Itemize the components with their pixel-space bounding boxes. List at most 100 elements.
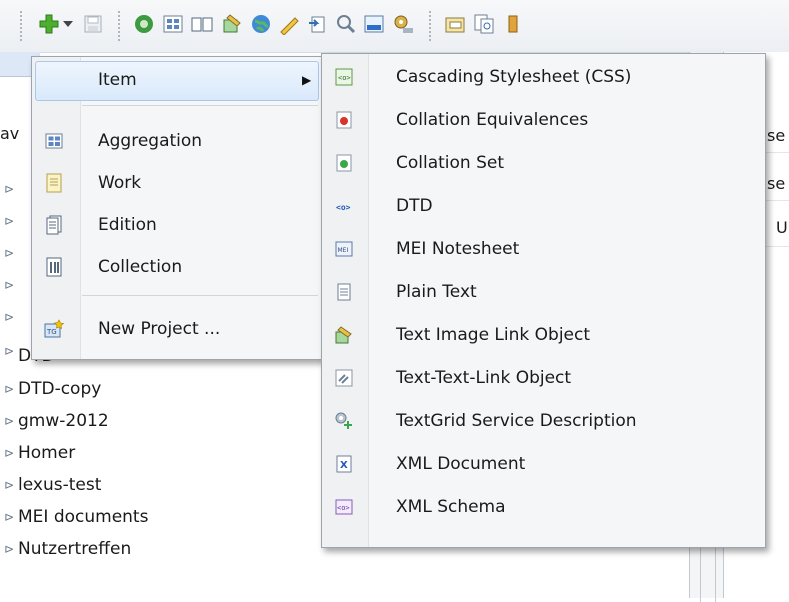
tree-item-label: gmw-2012	[18, 411, 109, 431]
menu-item-label: Collection	[98, 257, 183, 277]
menu-item-aggregation[interactable]: Aggregation	[34, 121, 320, 161]
svg-text:MEI: MEI	[338, 247, 349, 254]
submenu-item-service-description[interactable]: TextGrid Service Description	[324, 401, 764, 441]
text-image-link-icon	[334, 325, 354, 345]
mei-icon: MEI	[334, 239, 354, 259]
tree-twisty-icon[interactable]: ⊳	[0, 182, 18, 196]
main-toolbar	[0, 0, 789, 53]
import-icon[interactable]	[305, 11, 331, 37]
menu-item-label: Work	[98, 173, 142, 193]
css-icon: <o>	[334, 67, 354, 87]
submenu-item-dtd[interactable]: <o> DTD	[324, 186, 764, 226]
menu-item-label: Collation Set	[396, 153, 505, 173]
tree-item[interactable]: ⊳ DTD-copy	[0, 373, 320, 405]
menu-item-label: Plain Text	[396, 282, 477, 302]
menu-item-label: MEI Notesheet	[396, 239, 520, 259]
new-context-menu: Item ▶ Aggregation Work Edition Collecti…	[31, 56, 323, 360]
tree-item[interactable]: ⊳ gmw-2012	[0, 405, 320, 437]
menu-item-label: Item	[98, 70, 137, 90]
xml-icon[interactable]	[361, 11, 387, 37]
tree-twisty-icon[interactable]: ⊳	[0, 478, 18, 492]
tree-twisty-icon[interactable]: ⊳	[0, 510, 18, 524]
menu-item-work[interactable]: Work	[34, 163, 320, 203]
tree-twisty-icon[interactable]: ⊳	[0, 446, 18, 460]
link-object-icon[interactable]	[219, 11, 245, 37]
tree-item[interactable]: ⊳ Homer	[0, 437, 320, 469]
tree-item-label: Nutzertreffen	[18, 539, 132, 559]
submenu-item-plain-text[interactable]: Plain Text	[324, 272, 764, 312]
tree-item[interactable]: ⊳ lexus-test	[0, 469, 320, 501]
menu-item-label: Collation Equivalences	[396, 110, 589, 130]
submenu-item-mei-notesheet[interactable]: MEI MEI Notesheet	[324, 229, 764, 269]
menu-item-collection[interactable]: Collection	[34, 247, 320, 287]
menu-item-new-project[interactable]: TG New Project ...	[34, 309, 320, 349]
tree-twisty-icon[interactable]: ⊳	[0, 414, 18, 428]
toolbar-overflow-icon[interactable]	[500, 11, 526, 37]
menu-item-edition[interactable]: Edition	[34, 205, 320, 245]
text-text-link-icon	[334, 368, 354, 388]
right-pane-text: se	[767, 126, 786, 145]
new-project-icon: TG	[44, 319, 64, 339]
settings-icon[interactable]	[390, 11, 416, 37]
tree-twisty-icon[interactable]: ⊳	[0, 542, 18, 556]
right-pane-text: U	[776, 218, 788, 237]
menu-item-label: Text Image Link Object	[396, 325, 591, 345]
tree-item-label: Homer	[18, 443, 76, 463]
tree-twisty-icon[interactable]: ⊳	[0, 246, 18, 260]
submenu-item-css[interactable]: <o> Cascading Stylesheet (CSS)	[324, 57, 764, 97]
submenu-item-collation-equivalences[interactable]: Collation Equivalences	[324, 100, 764, 140]
submenu-item-xml-schema[interactable]: <o> XML Schema	[324, 487, 764, 527]
tree-item-label: lexus-test	[18, 475, 102, 495]
toolbar-separator	[429, 10, 431, 42]
item-submenu: <o> Cascading Stylesheet (CSS) Collation…	[321, 53, 766, 548]
collation-equivalences-icon	[334, 110, 354, 130]
tree-twisty-icon[interactable]: ⊳	[0, 278, 18, 292]
folder-icon[interactable]	[442, 11, 468, 37]
tree-item[interactable]: ⊳ Nutzertreffen	[0, 533, 320, 565]
plain-text-icon	[334, 282, 354, 302]
tree-twisty-icon[interactable]: ⊳	[0, 344, 18, 358]
tree-twisty-icon[interactable]: ⊳	[0, 310, 18, 324]
svg-text:<o>: <o>	[337, 504, 350, 512]
search-icon[interactable]	[333, 11, 359, 37]
collation-set-icon	[334, 153, 354, 173]
svg-text:<o>: <o>	[338, 74, 351, 82]
xml-document-icon: X	[334, 454, 354, 474]
menu-item-label: XML Schema	[396, 497, 506, 517]
work-icon	[44, 173, 64, 193]
book-icon[interactable]	[189, 11, 215, 37]
service-description-icon	[334, 411, 354, 431]
menu-item-label: Text-Text-Link Object	[396, 368, 572, 388]
submenu-arrow-icon: ▶	[302, 73, 312, 87]
tree-twisty-icon[interactable]: ⊳	[0, 382, 18, 396]
grid-icon[interactable]	[160, 11, 186, 37]
menu-item-label: New Project ...	[98, 319, 221, 339]
menu-separator	[82, 295, 318, 296]
menu-item-label: XML Document	[396, 454, 526, 474]
tree-item[interactable]: ⊳ MEI documents	[0, 501, 320, 533]
refresh-icon[interactable]	[131, 11, 157, 37]
globe-icon[interactable]	[248, 11, 274, 37]
edition-icon	[44, 215, 64, 235]
collection-icon	[44, 257, 64, 277]
right-pane-text: se	[767, 174, 786, 193]
add-icon[interactable]	[36, 11, 62, 37]
submenu-item-text-text-link[interactable]: Text-Text-Link Object	[324, 358, 764, 398]
menu-item-label: DTD	[396, 196, 433, 216]
menu-item-item[interactable]: Item ▶	[34, 60, 320, 100]
svg-text:TG: TG	[46, 328, 57, 336]
submenu-item-collation-set[interactable]: Collation Set	[324, 143, 764, 183]
menu-item-label: Aggregation	[98, 131, 203, 151]
tree-twisty-icon[interactable]: ⊳	[0, 214, 18, 228]
tree-item-label: MEI documents	[18, 507, 149, 527]
save-icon[interactable]	[80, 11, 106, 37]
compare-icon[interactable]	[471, 11, 497, 37]
tree-item-label: DTD-copy	[18, 379, 102, 399]
submenu-item-xml-document[interactable]: X XML Document	[324, 444, 764, 484]
menu-item-label: Cascading Stylesheet (CSS)	[396, 67, 632, 87]
submenu-item-text-image-link[interactable]: Text Image Link Object	[324, 315, 764, 355]
xml-schema-icon: <o>	[334, 497, 354, 517]
menu-item-label: TextGrid Service Description	[396, 411, 637, 431]
dropdown-arrow-icon[interactable]	[60, 11, 76, 37]
pen-icon[interactable]	[276, 11, 302, 37]
